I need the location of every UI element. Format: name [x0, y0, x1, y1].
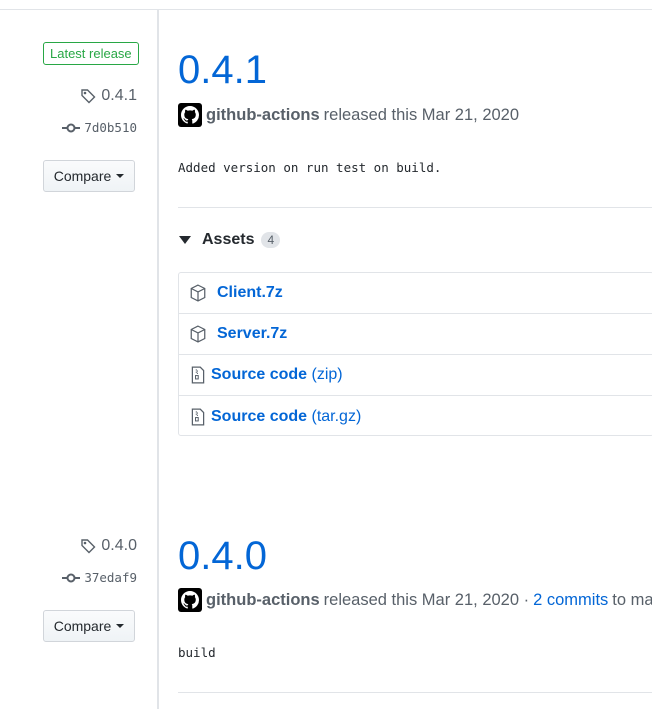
- commit-icon: [62, 573, 81, 582]
- release-notes: build: [178, 645, 216, 660]
- release-commit-link[interactable]: 7d0b510: [40, 120, 137, 135]
- release-commit-sha: 7d0b510: [84, 120, 137, 135]
- github-actions-avatar[interactable]: [178, 588, 202, 612]
- tag-icon: [81, 89, 96, 104]
- source-code-link[interactable]: Source code (tar.gz): [211, 408, 361, 426]
- release-notes: Added version on run test on build.: [178, 160, 442, 175]
- asset-link[interactable]: Source code: [211, 408, 307, 425]
- latest-release-badge: Latest release: [43, 42, 139, 65]
- compare-button-label: Compare: [53, 618, 112, 634]
- source-code-link[interactable]: Source code (zip): [211, 366, 343, 384]
- release-date-text: released this Mar 21, 2020 ·: [323, 590, 530, 609]
- assets-count-badge: 4: [261, 232, 281, 248]
- release-byline: github-actions released this Mar 21, 202…: [178, 588, 652, 612]
- github-actions-avatar[interactable]: [178, 103, 202, 127]
- release-tag-link[interactable]: 0.4.0: [60, 537, 137, 555]
- release-tag-label: 0.4.0: [101, 537, 137, 554]
- release-author-link[interactable]: github-actions: [206, 106, 320, 125]
- asset-ext: (tar.gz): [311, 407, 362, 425]
- assets-label: Assets: [202, 231, 255, 248]
- assets-list: Client.7z Server.7z Source code (zip) So…: [178, 272, 652, 436]
- release-tag-link[interactable]: 0.4.1: [60, 87, 137, 105]
- asset-item[interactable]: Server.7z: [179, 314, 652, 355]
- release-title-link[interactable]: 0.4.0: [178, 536, 267, 576]
- asset-link[interactable]: Source code: [211, 366, 307, 383]
- github-mark-icon: [181, 106, 199, 124]
- release-commit-link[interactable]: 37edaf9: [40, 570, 137, 585]
- top-divider: [0, 9, 652, 10]
- asset-item[interactable]: Client.7z: [179, 273, 652, 314]
- caret-down-icon: [116, 624, 125, 628]
- asset-item[interactable]: Source code (tar.gz): [179, 396, 652, 437]
- asset-item[interactable]: Source code (zip): [179, 355, 652, 396]
- release-author-link[interactable]: github-actions: [206, 591, 320, 610]
- commit-icon: [62, 123, 81, 132]
- package-icon: [190, 284, 206, 302]
- caret-down-icon: [116, 174, 125, 178]
- asset-ext: (zip): [311, 366, 343, 383]
- tag-icon: [81, 539, 96, 554]
- release-commit-sha: 37edaf9: [84, 570, 137, 585]
- github-mark-icon: [181, 591, 199, 609]
- file-zip-icon: [191, 366, 205, 384]
- release-tag-label: 0.4.1: [101, 87, 137, 104]
- package-icon: [190, 325, 206, 343]
- release-divider: [178, 207, 652, 208]
- release-timeline-line: [157, 10, 159, 709]
- assets-toggle[interactable]: Assets 4: [179, 231, 281, 249]
- triangle-down-icon: [179, 236, 191, 244]
- release-title-link[interactable]: 0.4.1: [178, 50, 267, 90]
- compare-button[interactable]: Compare: [43, 160, 135, 192]
- compare-button[interactable]: Compare: [43, 610, 135, 642]
- release-date-text: released this Mar 21, 2020: [323, 105, 520, 124]
- commits-since-link[interactable]: 2 commits: [533, 591, 608, 610]
- compare-button-label: Compare: [53, 168, 112, 184]
- asset-link[interactable]: Server.7z: [217, 325, 287, 343]
- release-divider: [178, 692, 652, 693]
- asset-link[interactable]: Client.7z: [217, 284, 283, 302]
- release-byline: github-actions released this Mar 21, 202…: [178, 103, 519, 127]
- commits-since-suffix: to ma: [612, 590, 652, 609]
- file-zip-icon: [191, 408, 205, 425]
